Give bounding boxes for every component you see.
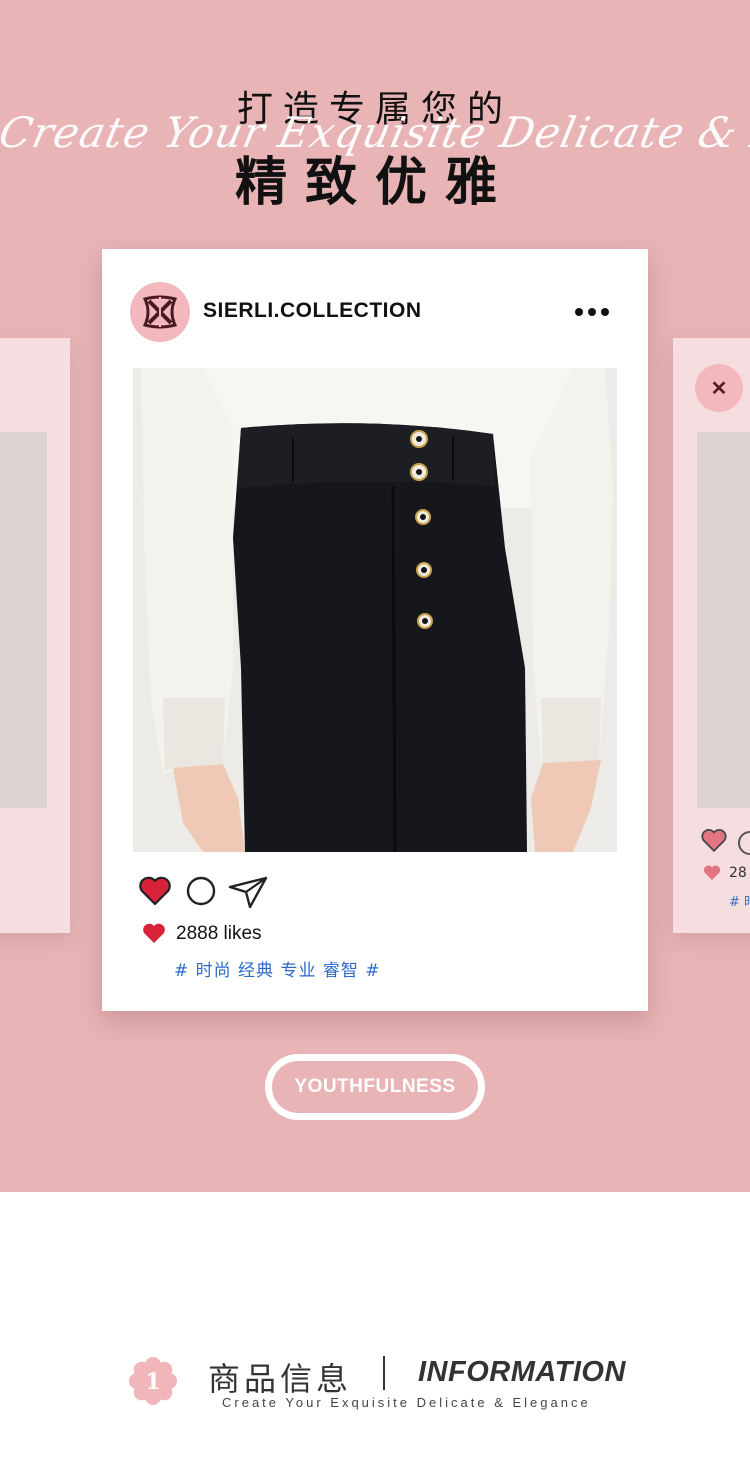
flower-number-icon: 1 — [129, 1357, 177, 1405]
side-card-tags: # 时 — [729, 895, 750, 910]
heart-icon[interactable] — [138, 875, 172, 907]
side-card-likes: 28 — [729, 865, 747, 881]
product-photo — [133, 368, 617, 852]
account-handle[interactable]: SIERLI.COLLECTION — [203, 299, 422, 323]
section-header: 1 商品信息 INFORMATION Create Your Exquisite… — [0, 1340, 750, 1420]
side-card-left-photo — [0, 432, 47, 808]
youthfulness-badge: YOUTHFULNESS — [265, 1054, 485, 1120]
logo-icon — [142, 295, 178, 329]
section-divider — [383, 1356, 385, 1390]
section-subtitle: Create Your Exquisite Delicate & Eleganc… — [222, 1395, 591, 1410]
svg-text:✕: ✕ — [711, 376, 728, 400]
section-title-cn: 商品信息 — [208, 1360, 353, 1398]
side-card-comment-icon — [738, 831, 750, 855]
side-card-right: ✕ 28 # 时 — [673, 338, 750, 933]
side-card-heart-icon — [701, 829, 727, 852]
comment-icon[interactable] — [186, 876, 216, 906]
badge-label: YOUTHFULNESS — [272, 1061, 478, 1113]
section-title-en: INFORMATION — [418, 1356, 626, 1388]
likes-count[interactable]: 2888 likes — [176, 923, 262, 945]
avatar[interactable] — [130, 282, 190, 342]
hashtags[interactable]: # 时尚 经典 专业 睿智 # — [174, 956, 381, 981]
more-options-icon[interactable] — [574, 307, 614, 317]
send-icon[interactable] — [228, 875, 268, 909]
side-card-logo-icon: ✕ — [695, 364, 743, 412]
headline-line-2: 精致优雅 — [234, 153, 515, 213]
hero-banner: 打造专属您的 Create Your Exquisite Delicate & … — [0, 0, 750, 1192]
section-number: 1 — [145, 1369, 160, 1395]
post-card: SIERLI.COLLECTION 2888 likes # 时尚 经典 专业 … — [102, 249, 648, 1011]
side-card-left — [0, 338, 70, 933]
likes-heart-icon — [143, 923, 165, 943]
side-card-like-heart-icon — [703, 865, 721, 880]
side-card-right-photo — [697, 432, 750, 808]
